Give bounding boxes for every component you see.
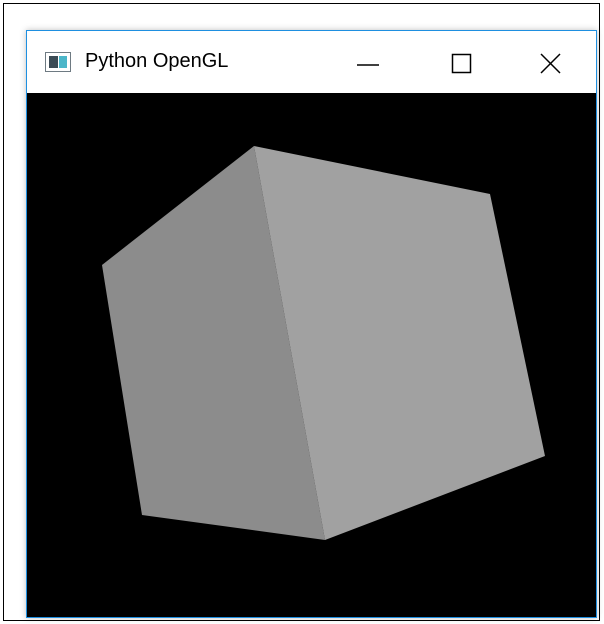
maximize-icon bbox=[451, 53, 472, 74]
minimize-icon bbox=[357, 64, 379, 66]
app-icon-light-pane bbox=[59, 56, 67, 68]
close-icon bbox=[540, 53, 561, 74]
opengl-viewport[interactable] bbox=[27, 93, 596, 617]
cube-scene bbox=[102, 146, 545, 540]
close-button[interactable] bbox=[527, 39, 573, 85]
maximize-button[interactable] bbox=[437, 39, 483, 85]
title-bar[interactable]: Python OpenGL bbox=[27, 31, 596, 93]
minimize-button[interactable] bbox=[345, 39, 391, 85]
app-icon-dark-pane bbox=[49, 56, 58, 68]
screenshot-frame: Python OpenGL bbox=[3, 3, 600, 621]
app-window: Python OpenGL bbox=[26, 30, 597, 618]
app-icon[interactable] bbox=[45, 52, 71, 72]
window-title: Python OpenGL bbox=[85, 50, 229, 72]
